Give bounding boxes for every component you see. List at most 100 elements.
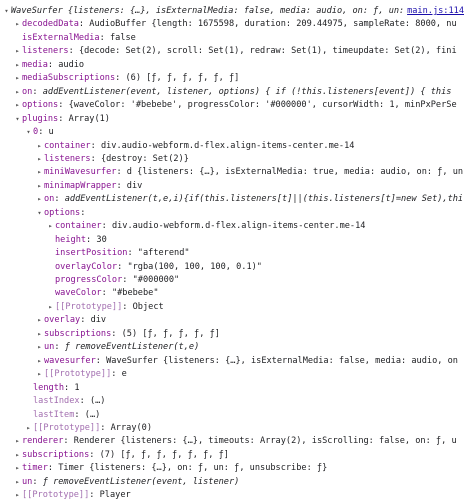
console-tree-row[interactable]: ▸ container: div.audio-webform.d-flex.ali… bbox=[0, 219, 474, 233]
expanded-triangle-icon[interactable]: ▾ bbox=[2, 4, 11, 18]
console-tree-row[interactable]: ▸ media: audio bbox=[0, 58, 474, 72]
expanded-triangle-icon[interactable]: ▾ bbox=[13, 112, 22, 126]
console-tree-row[interactable]: ▸ [[Prototype]]: Object bbox=[0, 300, 474, 314]
collapsed-triangle-icon[interactable]: ▸ bbox=[35, 179, 44, 193]
collapsed-triangle-icon[interactable]: ▸ bbox=[13, 17, 22, 31]
key-separator: : bbox=[99, 32, 110, 43]
expanded-triangle-icon[interactable]: ▾ bbox=[24, 125, 33, 139]
collapsed-triangle-icon[interactable]: ▸ bbox=[13, 448, 22, 462]
property-key: overlay bbox=[44, 315, 81, 326]
property-value: WaveSurfer {listeners: {…}, isExternalMe… bbox=[11, 6, 436, 16]
property-key: [[Prototype]] bbox=[55, 301, 123, 312]
collapsed-triangle-icon[interactable]: ▸ bbox=[35, 313, 44, 327]
property-value: 1 bbox=[74, 382, 80, 393]
property-value: addEventListener(event, listener, option… bbox=[42, 86, 452, 97]
property-value: 30 bbox=[96, 234, 107, 245]
key-separator: : bbox=[122, 275, 133, 285]
property-key: overlayColor bbox=[55, 261, 118, 272]
console-tree-row[interactable]: ▸ container: div.audio-webform.d-flex.ali… bbox=[0, 139, 474, 153]
property-value: {decode: Set(2), scroll: Set(1), redraw:… bbox=[78, 46, 457, 57]
property-value: "rgba(100, 100, 100, 0.1)" bbox=[127, 261, 262, 272]
collapsed-triangle-icon[interactable]: ▸ bbox=[35, 367, 44, 381]
key-separator: : bbox=[58, 100, 69, 111]
key-separator: : bbox=[89, 449, 100, 460]
console-tree-row[interactable]: ▸ on: addEventListener(t,e,i){if(this.lis… bbox=[0, 192, 474, 206]
collapsed-triangle-icon[interactable]: ▸ bbox=[13, 44, 22, 58]
console-tree-row[interactable]: ▸ renderer: Renderer {listeners: {…}, tim… bbox=[0, 434, 474, 448]
console-tree-row[interactable]: ▸ subscriptions: (5) [ƒ, ƒ, ƒ, ƒ, ƒ] bbox=[0, 327, 474, 341]
expanded-triangle-icon[interactable]: ▾ bbox=[35, 206, 44, 220]
property-value: Player bbox=[99, 490, 131, 499]
property-key: un bbox=[44, 342, 55, 353]
key-separator: : bbox=[100, 422, 111, 433]
console-tree-row: progressColor: "#000000" bbox=[0, 273, 474, 287]
console-tree-row[interactable]: ▸ timer: Timer {listeners: {…}, on: ƒ, un… bbox=[0, 461, 474, 475]
property-value: (…) bbox=[89, 396, 106, 407]
console-tree-row[interactable]: ▸ [[Prototype]]: Player bbox=[0, 488, 474, 499]
console-tree-row[interactable]: ▾ 0: u bbox=[0, 125, 474, 139]
property-value: div.audio-webform.d-flex.align-items-cen… bbox=[100, 140, 355, 151]
property-key: progressColor bbox=[55, 275, 123, 285]
collapsed-triangle-icon[interactable]: ▸ bbox=[24, 421, 33, 435]
collapsed-triangle-icon[interactable]: ▸ bbox=[35, 340, 44, 354]
collapsed-triangle-icon[interactable]: ▸ bbox=[13, 71, 22, 85]
console-tree-row[interactable]: ▸ mediaSubscriptions: (6) [ƒ, ƒ, ƒ, ƒ, ƒ,… bbox=[0, 71, 474, 85]
console-tree-row[interactable]: ▾ plugins: Array(1) bbox=[0, 112, 474, 126]
property-key: lastIndex bbox=[33, 396, 80, 407]
property-value: addEventListener(t,e,i){if(this.listener… bbox=[64, 194, 464, 205]
console-tree-row[interactable]: ▸ decodedData: AudioBuffer {length: 16755… bbox=[0, 17, 474, 31]
key-separator: : bbox=[116, 167, 127, 178]
property-key: media bbox=[22, 59, 48, 70]
key-separator: : bbox=[47, 463, 59, 474]
key-separator: : bbox=[127, 248, 138, 259]
collapsed-triangle-icon[interactable]: ▸ bbox=[13, 58, 22, 72]
console-tree-row[interactable]: ▾ WaveSurfer {listeners: {…}, isExternalM… bbox=[0, 4, 474, 18]
property-key: on bbox=[44, 194, 55, 205]
collapsed-triangle-icon[interactable]: ▸ bbox=[35, 327, 44, 341]
console-tree-row[interactable]: ▸ options: {waveColor: '#bebebe', progres… bbox=[0, 98, 474, 112]
console-tree-row: lastIndex: (…) bbox=[0, 394, 474, 408]
collapsed-triangle-icon[interactable]: ▸ bbox=[13, 475, 22, 489]
console-tree-row[interactable]: ▸ [[Prototype]]: e bbox=[0, 367, 474, 381]
property-key: renderer bbox=[22, 436, 64, 447]
key-separator: : bbox=[86, 234, 97, 245]
collapsed-triangle-icon[interactable]: ▸ bbox=[35, 139, 44, 153]
collapsed-triangle-icon[interactable]: ▸ bbox=[35, 192, 44, 206]
collapsed-triangle-icon[interactable]: ▸ bbox=[46, 300, 55, 314]
console-tree-row[interactable]: ▾ options: bbox=[0, 206, 474, 220]
collapsed-triangle-icon[interactable]: ▸ bbox=[13, 434, 22, 448]
console-tree-row[interactable]: ▸ miniWavesurfer: d {listeners: {…}, isEx… bbox=[0, 165, 474, 179]
console-tree-row[interactable]: ▸ overlay: div bbox=[0, 313, 474, 327]
key-separator: : bbox=[80, 315, 91, 326]
console-tree-row[interactable]: ▸ wavesurfer: WaveSurfer {listeners: {…},… bbox=[0, 354, 474, 368]
console-tree-row: height: 30 bbox=[0, 233, 474, 247]
collapsed-triangle-icon[interactable]: ▸ bbox=[13, 98, 22, 112]
console-tree-row[interactable]: ▸ listeners: {decode: Set(2), scroll: Set… bbox=[0, 44, 474, 58]
console-tree-row: insertPosition: "afterend" bbox=[0, 246, 474, 260]
key-separator: : bbox=[58, 113, 69, 124]
console-tree-row[interactable]: ▸ un: ƒ removeEventListener(event, listen… bbox=[0, 475, 474, 489]
console-tree-row[interactable]: ▸ minimapWrapper: div bbox=[0, 179, 474, 193]
console-tree-row[interactable]: ▸ [[Prototype]]: Array(0) bbox=[0, 421, 474, 435]
console-tree-row: isExternalMedia: false bbox=[0, 31, 474, 45]
collapsed-triangle-icon[interactable]: ▸ bbox=[13, 488, 22, 499]
collapsed-triangle-icon[interactable]: ▸ bbox=[35, 165, 44, 179]
key-separator: : bbox=[89, 490, 100, 499]
console-tree-row[interactable]: ▸ listeners: {destroy: Set(2)} bbox=[0, 152, 474, 166]
collapsed-triangle-icon[interactable]: ▸ bbox=[46, 219, 55, 233]
collapsed-triangle-icon[interactable]: ▸ bbox=[35, 354, 44, 368]
key-separator: : bbox=[101, 221, 112, 232]
collapsed-triangle-icon[interactable]: ▸ bbox=[35, 152, 44, 166]
collapsed-triangle-icon[interactable]: ▸ bbox=[13, 461, 22, 475]
console-tree-row[interactable]: ▸ subscriptions: (7) [ƒ, ƒ, ƒ, ƒ, ƒ, ƒ, ƒ… bbox=[0, 448, 474, 462]
collapsed-triangle-icon[interactable]: ▸ bbox=[13, 85, 22, 99]
property-key: waveColor bbox=[55, 288, 102, 299]
property-value: ƒ removeEventListener(event, listener) bbox=[42, 476, 240, 487]
source-link[interactable]: main.js:114 bbox=[403, 4, 464, 18]
key-separator: : bbox=[32, 476, 43, 487]
property-key: timer bbox=[22, 463, 48, 474]
console-tree-row[interactable]: ▸ un: ƒ removeEventListener(t,e) bbox=[0, 340, 474, 354]
key-separator: : bbox=[101, 288, 112, 299]
property-value: div bbox=[90, 315, 107, 326]
console-tree-row[interactable]: ▸ on: addEventListener(event, listener, o… bbox=[0, 85, 474, 99]
